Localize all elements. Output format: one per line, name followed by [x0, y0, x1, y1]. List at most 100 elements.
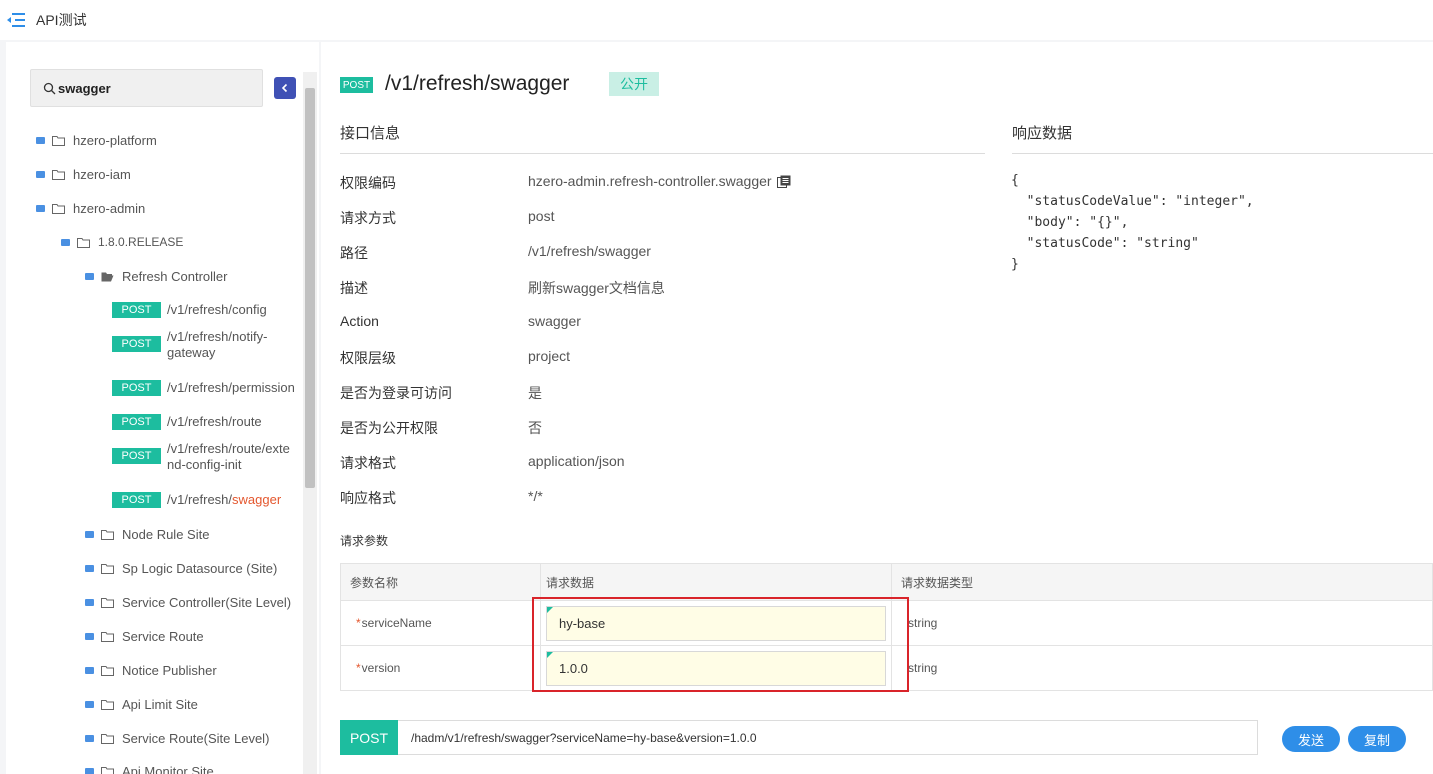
info-label: 权限编码 — [340, 175, 396, 191]
divider — [1012, 153, 1433, 154]
expand-icon[interactable] — [85, 667, 94, 674]
expand-icon[interactable] — [36, 205, 45, 212]
params-title: 请求参数 — [340, 534, 389, 548]
copy-button[interactable]: 复制 — [1348, 726, 1406, 752]
info-value-request-format: application/json — [528, 453, 625, 469]
api-tree-panel: swagger hzero-platform hzero-iam hzero-a… — [6, 42, 319, 774]
info-value-description: 刷新swagger文档信息 — [528, 280, 665, 296]
api-path-cont: nd-config-init — [167, 457, 242, 472]
info-label: 请求格式 — [340, 455, 396, 471]
tree-node-hzero-platform[interactable]: hzero-platform — [36, 133, 157, 148]
api-item-refresh-notify-gateway[interactable]: POST /v1/refresh/notify- gateway — [112, 329, 282, 361]
api-path: /v1/refresh/permission — [167, 380, 295, 395]
info-label: 是否为公开权限 — [340, 420, 438, 436]
tree-node-label: Sp Logic Datasource (Site) — [122, 561, 278, 576]
folder-icon — [101, 597, 114, 608]
info-section-title: 接口信息 — [340, 125, 401, 142]
method-badge: POST — [340, 77, 373, 93]
folder-icon — [101, 766, 114, 774]
tree-node-service-controller[interactable]: Service Controller(Site Level) — [85, 595, 291, 610]
scrollbar-thumb[interactable] — [305, 88, 315, 488]
api-path: /v1/refresh/config — [167, 302, 267, 317]
api-item-refresh-config[interactable]: POST /v1/refresh/config — [112, 302, 267, 318]
folder-icon — [52, 135, 65, 146]
info-value-permission-code: hzero-admin.refresh-controller.swagger — [528, 173, 791, 189]
folder-icon — [52, 203, 65, 214]
tree-node-notice-publisher[interactable]: Notice Publisher — [85, 663, 217, 678]
request-url-input[interactable]: /hadm/v1/refresh/swagger?serviceName=hy-… — [398, 731, 757, 745]
tree-node-label: Api Limit Site — [122, 697, 198, 712]
chevron-left-icon — [281, 83, 288, 93]
search-highlight: swagger — [232, 492, 282, 507]
search-input[interactable]: swagger — [30, 69, 263, 107]
expand-icon[interactable] — [85, 565, 94, 572]
response-json: { "statusCodeValue": "integer", "body": … — [1011, 173, 1254, 272]
api-item-refresh-swagger[interactable]: POST /v1/refresh/swagger — [112, 492, 281, 508]
tree-node-label: Notice Publisher — [122, 663, 217, 678]
tree-node-hzero-admin[interactable]: hzero-admin — [36, 201, 145, 216]
expand-icon[interactable] — [61, 238, 70, 246]
expand-icon[interactable] — [85, 735, 94, 742]
folder-open-icon — [101, 271, 114, 282]
folder-icon — [77, 237, 90, 248]
expand-icon[interactable] — [85, 701, 94, 708]
public-badge: 公开 — [609, 72, 659, 96]
tree-node-service-route[interactable]: Service Route — [85, 629, 204, 644]
top-bar: API测试 — [0, 0, 1433, 40]
tree-node-hzero-iam[interactable]: hzero-iam — [36, 167, 131, 182]
response-section-title: 响应数据 — [1012, 125, 1073, 142]
folder-icon — [101, 733, 114, 744]
tree-scrollbar[interactable] — [303, 72, 317, 774]
copy-icon[interactable] — [776, 175, 791, 188]
tree-node-version[interactable]: 1.8.0.RELEASE — [61, 235, 183, 249]
send-button[interactable]: 发送 — [1282, 726, 1340, 752]
api-path: /v1/refresh/notify- — [167, 329, 268, 344]
tree-node-label: Refresh Controller — [122, 269, 228, 284]
expand-icon[interactable] — [85, 531, 94, 538]
info-label: 请求方式 — [340, 210, 396, 226]
api-item-refresh-permission[interactable]: POST /v1/refresh/permission — [112, 380, 295, 396]
api-path: /v1/refresh/ — [167, 492, 233, 507]
info-label: 权限层级 — [340, 350, 396, 366]
api-item-refresh-route[interactable]: POST /v1/refresh/route — [112, 414, 262, 430]
tree-node-refresh-controller[interactable]: Refresh Controller — [85, 269, 228, 284]
expand-icon[interactable] — [85, 273, 94, 280]
method-tag: POST — [112, 302, 161, 318]
param-name: * version — [341, 646, 541, 690]
tree-node-api-monitor-site[interactable]: Api Monitor Site — [85, 764, 214, 774]
api-detail-panel: POST /v1/refresh/swagger 公开 接口信息 响应数据 权限… — [321, 42, 1433, 774]
tree-node-sp-logic-datasource[interactable]: Sp Logic Datasource (Site) — [85, 561, 277, 576]
tree-node-node-rule-site[interactable]: Node Rule Site — [85, 527, 209, 542]
method-tag: POST — [112, 414, 161, 430]
menu-toggle-icon[interactable] — [6, 12, 26, 28]
tree-node-label: hzero-admin — [73, 201, 146, 216]
info-value-public: 否 — [528, 420, 542, 436]
api-path: /v1/refresh/route/exte — [167, 441, 290, 456]
folder-icon — [101, 563, 114, 574]
tree-node-label: Node Rule Site — [122, 527, 210, 542]
tree-node-service-route-site[interactable]: Service Route(Site Level) — [85, 731, 269, 746]
tree-node-label: Api Monitor Site — [122, 764, 214, 774]
method-tag: POST — [112, 448, 161, 464]
tree-node-label: Service Route — [122, 629, 204, 644]
expand-icon[interactable] — [36, 137, 45, 144]
api-item-refresh-route-extend[interactable]: POST /v1/refresh/route/exte nd-config-in… — [112, 441, 302, 473]
api-path: /v1/refresh/route — [167, 414, 262, 429]
tree-node-label: Service Controller(Site Level) — [122, 595, 292, 610]
method-tag: POST — [112, 492, 161, 508]
collapse-sidebar-button[interactable] — [274, 77, 296, 99]
tree-node-api-limit-site[interactable]: Api Limit Site — [85, 697, 198, 712]
folder-icon — [52, 169, 65, 180]
expand-icon[interactable] — [85, 599, 94, 606]
tree-node-label: hzero-platform — [73, 133, 157, 148]
tree-node-label: Service Route(Site Level) — [122, 731, 270, 746]
column-header: 请求数据类型 — [901, 575, 974, 590]
info-label: 描述 — [340, 280, 368, 296]
folder-icon — [101, 631, 114, 642]
search-icon — [43, 82, 56, 94]
expand-icon[interactable] — [85, 768, 94, 774]
expand-icon[interactable] — [85, 633, 94, 640]
expand-icon[interactable] — [36, 171, 45, 178]
info-value-path: /v1/refresh/swagger — [528, 243, 651, 259]
page-title: API测试 — [36, 12, 87, 28]
